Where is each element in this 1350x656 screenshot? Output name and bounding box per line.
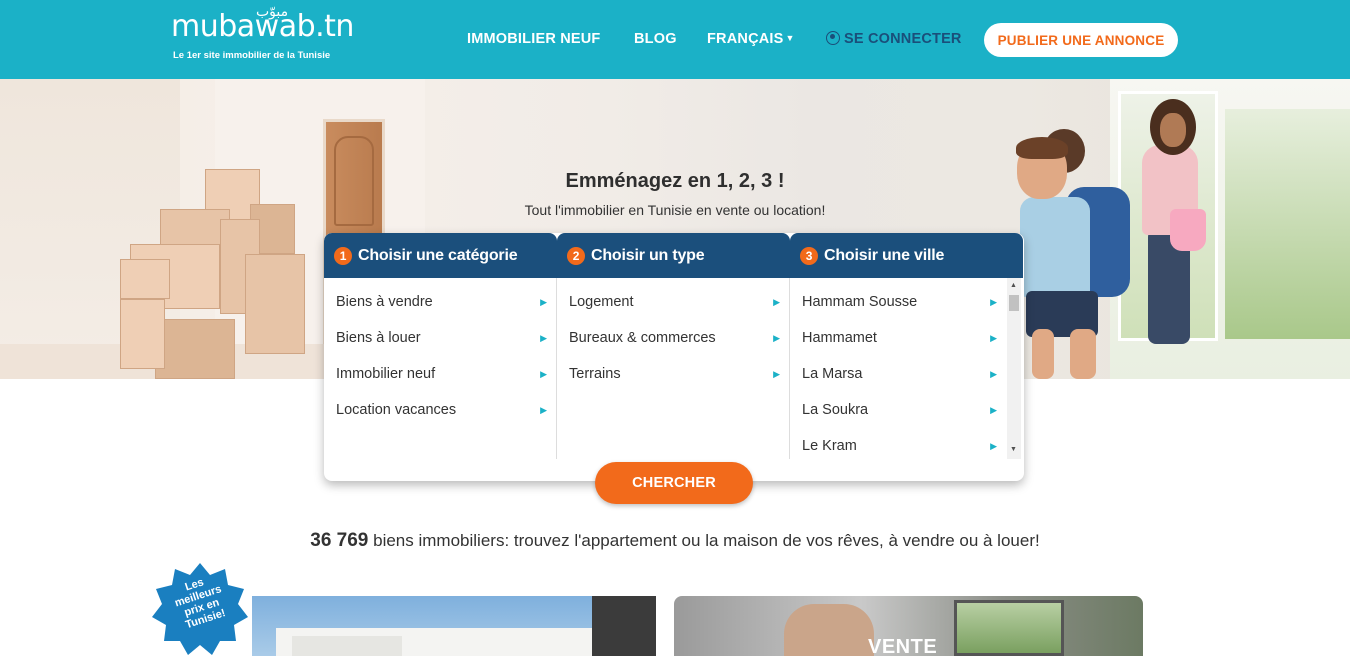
city-item-label: Hammam Sousse — [802, 294, 918, 310]
search-panel: 1 Choisir une catégorie Biens à vendre ▶ … — [324, 233, 1024, 481]
city-header-label: Choisir une ville — [824, 246, 945, 264]
search-button[interactable]: CHERCHER — [595, 462, 753, 504]
caret-right-icon: ▶ — [990, 332, 997, 343]
category-item-label: Biens à vendre — [336, 294, 433, 310]
listing-count: 36 769 — [310, 530, 369, 551]
caret-right-icon: ▶ — [540, 404, 547, 415]
category-header: 1 Choisir une catégorie — [324, 233, 557, 278]
caret-right-icon: ▶ — [540, 332, 547, 343]
city-list-scrollbar[interactable]: ▲ ▼ — [1007, 278, 1021, 459]
type-header: 2 Choisir un type — [557, 233, 790, 278]
caret-right-icon: ▶ — [990, 440, 997, 451]
city-item-label: La Marsa — [802, 366, 863, 382]
category-item[interactable]: Biens à vendre ▶ — [324, 284, 557, 320]
listing-count-text: biens immobiliers: trouvez l'appartement… — [373, 531, 1040, 550]
nav-blog[interactable]: BLOG — [634, 31, 677, 47]
person — [1016, 137, 1068, 159]
type-item-label: Logement — [569, 294, 634, 310]
type-item-label: Bureaux & commerces — [569, 330, 716, 346]
category-item[interactable]: Location vacances ▶ — [324, 392, 557, 428]
sale-card-label: VENTE — [868, 636, 938, 656]
category-item-label: Biens à louer — [336, 330, 421, 346]
site-logo[interactable]: مبوّب mubawab.tn Le 1er site immobilier … — [171, 4, 354, 61]
scroll-down-icon[interactable]: ▼ — [1010, 446, 1017, 453]
listing-count-line: 36 769 biens immobiliers: trouvez l'appa… — [0, 530, 1350, 552]
city-item-label: Le Kram — [802, 438, 857, 454]
person — [1160, 113, 1186, 147]
type-column: 2 Choisir un type Logement ▶ Bureaux & co… — [557, 233, 790, 459]
city-item[interactable]: Hammamet ▶ — [790, 320, 1007, 356]
nav-login[interactable]: SE CONNECTER — [826, 31, 962, 47]
caret-right-icon: ▶ — [540, 296, 547, 307]
type-item[interactable]: Bureaux & commerces ▶ — [557, 320, 790, 356]
city-column: 3 Choisir une ville Hammam Sousse ▶ Hamma… — [790, 233, 1023, 459]
user-circle-icon — [826, 31, 840, 45]
caret-right-icon: ▶ — [773, 332, 780, 343]
category-item-label: Location vacances — [336, 402, 457, 418]
caret-right-icon: ▶ — [773, 296, 780, 307]
type-item[interactable]: Logement ▶ — [557, 284, 790, 320]
top-header: مبوّب mubawab.tn Le 1er site immobilier … — [0, 0, 1350, 79]
person — [1070, 329, 1096, 379]
type-item-label: Terrains — [569, 366, 621, 382]
publish-ad-button[interactable]: PUBLIER UNE ANNONCE — [984, 23, 1178, 57]
category-header-label: Choisir une catégorie — [358, 246, 518, 264]
logo-arabic-text: مبوّب — [256, 4, 289, 20]
house-image — [292, 636, 402, 656]
hero-garden — [1225, 109, 1350, 339]
caret-right-icon: ▶ — [990, 368, 997, 379]
caret-right-icon: ▶ — [990, 296, 997, 307]
city-item[interactable]: La Marsa ▶ — [790, 356, 1007, 392]
moving-box — [155, 319, 235, 379]
window-image — [954, 600, 1064, 656]
scroll-thumb[interactable] — [1009, 295, 1019, 311]
category-item[interactable]: Biens à louer ▶ — [324, 320, 557, 356]
caret-right-icon: ▶ — [540, 368, 547, 379]
moving-box — [245, 254, 305, 354]
moving-box — [120, 299, 165, 369]
nav-login-label: SE CONNECTER — [844, 31, 962, 47]
step-number: 3 — [800, 246, 818, 265]
city-item[interactable]: La Soukra ▶ — [790, 392, 1007, 428]
keys-image — [784, 604, 874, 656]
language-dropdown[interactable]: FRANÇAIS ▼ — [707, 31, 795, 47]
city-header: 3 Choisir une ville — [790, 233, 1023, 278]
category-column: 1 Choisir une catégorie Biens à vendre ▶ … — [324, 233, 557, 459]
nav-immobilier-neuf[interactable]: IMMOBILIER NEUF — [467, 31, 601, 47]
nav-immobilier-neuf-label: IMMOBILIER NEUF — [467, 31, 601, 47]
caret-right-icon: ▶ — [773, 368, 780, 379]
step-number: 1 — [334, 246, 352, 265]
city-item[interactable]: Le Kram ▶ — [790, 428, 1007, 464]
step-number: 2 — [567, 246, 585, 265]
type-item[interactable]: Terrains ▶ — [557, 356, 790, 392]
nav-blog-label: BLOG — [634, 31, 677, 47]
best-prices-card[interactable] — [252, 596, 656, 656]
hero-subtitle: Tout l'immobilier en Tunisie en vente ou… — [524, 202, 826, 218]
house-image — [592, 596, 656, 656]
person — [1032, 329, 1054, 379]
type-header-label: Choisir un type — [591, 246, 705, 264]
city-item-label: La Soukra — [802, 402, 869, 418]
scroll-up-icon[interactable]: ▲ — [1010, 282, 1017, 289]
logo-tagline: Le 1er site immobilier de la Tunisie — [173, 50, 331, 61]
hero-title: Emménagez en 1, 2, 3 ! — [565, 170, 785, 192]
category-item[interactable]: Immobilier neuf ▶ — [324, 356, 557, 392]
city-item-label: Hammamet — [802, 330, 877, 346]
moving-box — [120, 259, 170, 299]
caret-down-icon: ▼ — [785, 33, 795, 43]
language-label: FRANÇAIS — [707, 31, 784, 47]
category-item-label: Immobilier neuf — [336, 366, 436, 382]
city-item[interactable]: Hammam Sousse ▶ — [790, 284, 1007, 320]
caret-right-icon: ▶ — [990, 404, 997, 415]
